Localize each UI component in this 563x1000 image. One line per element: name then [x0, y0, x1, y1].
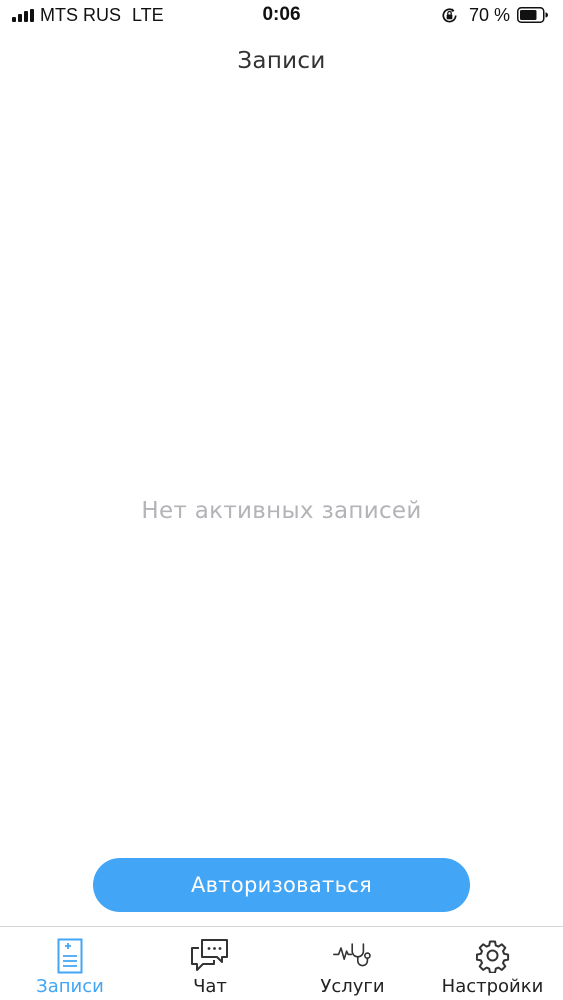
records-icon — [50, 937, 90, 975]
tab-settings[interactable]: Настройки — [440, 927, 545, 1000]
page-title: Записи — [237, 48, 326, 74]
gear-icon — [473, 937, 513, 975]
tab-chat[interactable]: Чат — [175, 927, 245, 1000]
stethoscope-icon — [332, 937, 373, 975]
tab-label: Настройки — [441, 976, 544, 997]
tab-label: Услуги — [320, 976, 385, 997]
battery-icon — [517, 7, 548, 23]
tab-label: Записи — [36, 976, 104, 997]
tab-bar: Записи Чат Услуги Настройки — [0, 926, 563, 1000]
app-screen: MTS RUS LTE 0:06 70 % Записи Нет активны… — [0, 0, 563, 1000]
status-bar: MTS RUS LTE 0:06 70 % — [0, 0, 563, 32]
empty-state-message: Нет активных записей — [141, 498, 422, 524]
tab-records[interactable]: Записи — [30, 927, 110, 1000]
battery-percent: 70 % — [469, 5, 511, 25]
tab-services[interactable]: Услуги — [315, 927, 390, 1000]
tab-label: Чат — [193, 976, 227, 997]
authorize-button[interactable]: Авторизоваться — [93, 858, 470, 912]
rotation-lock-icon — [442, 8, 457, 23]
chat-icon — [190, 937, 230, 975]
